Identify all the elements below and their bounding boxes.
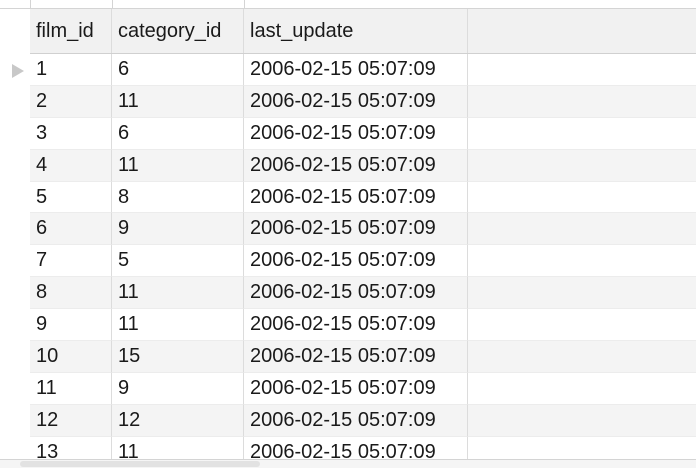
table-row[interactable]: 3 6 2006-02-15 05:07:09 — [30, 117, 696, 150]
table-row[interactable]: 2 11 2006-02-15 05:07:09 — [30, 85, 696, 118]
table-row[interactable]: 11 9 2006-02-15 05:07:09 — [30, 372, 696, 405]
table-row[interactable]: 5 8 2006-02-15 05:07:09 — [30, 181, 696, 214]
table-row[interactable]: 8 11 2006-02-15 05:07:09 — [30, 277, 696, 310]
cell-film-id[interactable]: 1 — [30, 54, 112, 86]
column-header-film-id[interactable]: film_id — [30, 9, 112, 53]
cell-film-id[interactable]: 9 — [30, 309, 112, 342]
column-header-category-id[interactable]: category_id — [112, 9, 244, 53]
cell-empty — [468, 213, 696, 246]
grid-body: 1 6 2006-02-15 05:07:09 2 11 2006-02-15 05:07… — [30, 54, 696, 468]
column-header-last-update[interactable]: last_update — [244, 9, 468, 53]
table-row[interactable]: 7 5 2006-02-15 05:07:09 — [30, 245, 696, 278]
cell-last-update[interactable]: 2006-02-15 05:07:09 — [244, 54, 468, 86]
cell-last-update[interactable]: 2006-02-15 05:07:09 — [244, 404, 468, 437]
table-row[interactable]: 12 12 2006-02-15 05:07:09 — [30, 404, 696, 437]
cell-film-id[interactable]: 5 — [30, 181, 112, 214]
horizontal-scrollbar[interactable] — [0, 459, 696, 468]
cell-last-update[interactable]: 2006-02-15 05:07:09 — [244, 85, 468, 118]
cell-category-id[interactable]: 9 — [112, 213, 244, 246]
cell-last-update[interactable]: 2006-02-15 05:07:09 — [244, 309, 468, 342]
cell-film-id[interactable]: 7 — [30, 245, 112, 278]
cell-film-id[interactable]: 2 — [30, 85, 112, 118]
cell-empty — [468, 118, 696, 150]
cell-last-update[interactable]: 2006-02-15 05:07:09 — [244, 213, 468, 246]
cell-category-id[interactable]: 15 — [112, 341, 244, 373]
cell-last-update[interactable]: 2006-02-15 05:07:09 — [244, 181, 468, 214]
cell-film-id[interactable]: 11 — [30, 372, 112, 405]
cell-category-id[interactable]: 5 — [112, 245, 244, 278]
cell-empty — [468, 309, 696, 342]
cell-last-update[interactable]: 2006-02-15 05:07:09 — [244, 149, 468, 182]
cell-empty — [468, 373, 696, 405]
table-row[interactable]: 9 11 2006-02-15 05:07:09 — [30, 309, 696, 342]
cell-empty — [468, 54, 696, 86]
top-divider — [0, 0, 696, 9]
cell-film-id[interactable]: 12 — [30, 404, 112, 437]
cell-empty — [468, 182, 696, 214]
cell-last-update[interactable]: 2006-02-15 05:07:09 — [244, 341, 468, 373]
cell-category-id[interactable]: 11 — [112, 149, 244, 182]
cell-film-id[interactable]: 10 — [30, 341, 112, 373]
cell-category-id[interactable]: 8 — [112, 181, 244, 214]
cell-last-update[interactable]: 2006-02-15 05:07:09 — [244, 117, 468, 150]
table-row[interactable]: 10 15 2006-02-15 05:07:09 — [30, 341, 696, 373]
cell-category-id[interactable]: 6 — [112, 117, 244, 150]
cell-empty — [468, 86, 696, 118]
cell-last-update[interactable]: 2006-02-15 05:07:09 — [244, 245, 468, 278]
result-grid-window: film_id category_id last_update 1 6 2006-0… — [0, 0, 696, 468]
cell-last-update[interactable]: 2006-02-15 05:07:09 — [244, 277, 468, 310]
cell-empty — [468, 245, 696, 278]
table-row[interactable]: 4 11 2006-02-15 05:07:09 — [30, 149, 696, 182]
triangle-right-icon — [12, 64, 24, 78]
cell-category-id[interactable]: 12 — [112, 404, 244, 437]
cell-empty — [468, 150, 696, 182]
grid-header: film_id category_id last_update — [30, 9, 696, 54]
table-row[interactable]: 1 6 2006-02-15 05:07:09 — [30, 54, 696, 86]
table-row[interactable]: 6 9 2006-02-15 05:07:09 — [30, 213, 696, 246]
cell-film-id[interactable]: 6 — [30, 213, 112, 246]
cell-category-id[interactable]: 11 — [112, 277, 244, 310]
cell-film-id[interactable]: 3 — [30, 117, 112, 150]
scrollbar-thumb[interactable] — [20, 461, 260, 467]
cell-category-id[interactable]: 11 — [112, 309, 244, 342]
cell-empty — [468, 341, 696, 373]
cell-empty — [468, 405, 696, 437]
cell-film-id[interactable]: 8 — [30, 277, 112, 310]
result-grid[interactable]: film_id category_id last_update 1 6 2006-0… — [30, 9, 696, 468]
cell-category-id[interactable]: 6 — [112, 54, 244, 86]
cell-category-id[interactable]: 9 — [112, 372, 244, 405]
cell-last-update[interactable]: 2006-02-15 05:07:09 — [244, 372, 468, 405]
column-header-empty — [468, 9, 696, 53]
cell-empty — [468, 277, 696, 310]
cell-category-id[interactable]: 11 — [112, 85, 244, 118]
cell-film-id[interactable]: 4 — [30, 149, 112, 182]
